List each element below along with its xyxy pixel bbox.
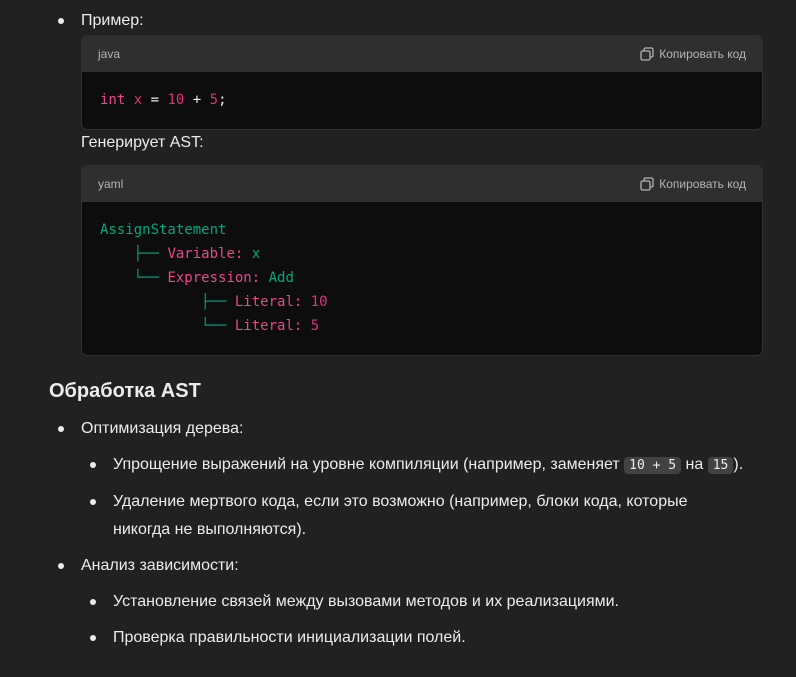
list-item-text: Установление связей между вызовами метод… — [113, 593, 619, 610]
copy-icon — [640, 177, 654, 191]
list-item-label: Анализ зависимости: — [81, 557, 239, 574]
list-item: Упрощение выражений на уровне компиляции… — [113, 451, 743, 480]
code-token: Add — [268, 270, 294, 286]
code-token: 5 — [209, 92, 219, 108]
code-token: AssignStatement — [100, 222, 227, 238]
example-label: Пример: — [81, 12, 144, 29]
bullet — [90, 499, 96, 505]
copy-code-label: Копировать код — [659, 177, 746, 191]
copy-code-button[interactable]: Копировать код — [640, 47, 746, 61]
code-line: ├── Literal: 10 — [100, 290, 744, 314]
bullet — [58, 426, 64, 432]
bullet — [90, 599, 96, 605]
code-line: └── Expression: Add — [100, 266, 744, 290]
code-token: ├── — [201, 294, 235, 310]
code-token: └── — [201, 318, 235, 334]
code-header: yaml Копировать код — [82, 166, 762, 202]
list-item-text: Упрощение выражений на уровне компиляции… — [113, 456, 625, 473]
code-line: ├── Variable: x — [100, 242, 744, 266]
list-item-text: никогда не выполняются). — [113, 521, 307, 538]
code-token: Variable: — [167, 246, 244, 262]
list-item-label: Оптимизация дерева: — [81, 420, 244, 437]
code-token: int — [100, 92, 126, 108]
code-header: java Копировать код — [82, 36, 762, 72]
inline-code: 10 + 5 — [624, 457, 682, 474]
code-token: ├── — [133, 246, 168, 262]
section-heading: Обработка AST — [49, 380, 201, 402]
bullet — [58, 563, 64, 569]
inline-code: 15 — [707, 457, 734, 474]
code-body: int x = 10 + 5; — [82, 72, 762, 128]
bullet — [90, 635, 96, 641]
code-token: Expression: — [167, 270, 261, 286]
code-body: AssignStatement ├── Variable: x └── Expr… — [82, 202, 762, 354]
code-token: Literal: — [234, 318, 303, 334]
code-token: 5 — [310, 318, 320, 334]
code-block-java: java Копировать код int x = 10 + 5; — [81, 35, 763, 130]
code-token: └── — [133, 270, 168, 286]
copy-code-button[interactable]: Копировать код — [640, 177, 746, 191]
list-item-text: Проверка правильности инициализации поле… — [113, 629, 466, 646]
code-token: 10 — [167, 92, 185, 108]
code-token: + — [192, 92, 202, 108]
code-language: java — [98, 47, 121, 61]
copy-icon — [640, 47, 654, 61]
bullet — [58, 18, 64, 24]
code-token: 10 — [310, 294, 328, 310]
code-token: x — [133, 92, 143, 108]
code-line: AssignStatement — [100, 218, 744, 242]
list-item-text: Удаление мертвого кода, если это возможн… — [113, 493, 688, 510]
code-line: └── Literal: 5 — [100, 314, 744, 338]
code-token: x — [251, 246, 261, 262]
code-block-yaml: yaml Копировать код AssignStatement ├── … — [81, 165, 763, 356]
code-token: = — [150, 92, 160, 108]
code-token: Literal: — [234, 294, 303, 310]
list-item-text: на — [681, 456, 708, 473]
list-item-text: ). — [733, 456, 744, 473]
generates-label: Генерирует AST: — [81, 134, 204, 151]
copy-code-label: Копировать код — [659, 47, 746, 61]
bullet — [90, 462, 96, 468]
code-token: ; — [218, 92, 227, 108]
code-language: yaml — [98, 177, 124, 191]
